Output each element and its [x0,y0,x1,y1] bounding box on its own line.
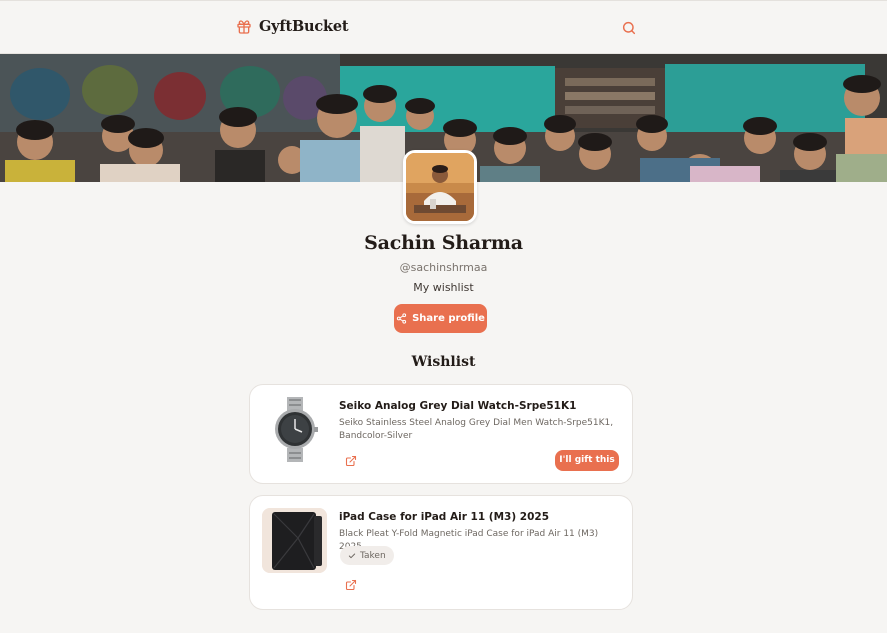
search-icon[interactable] [621,20,637,36]
profile-avatar [403,150,477,224]
profile-bio: My wishlist [413,281,474,294]
taken-status-badge: Taken [340,546,394,565]
external-link-icon[interactable] [345,455,357,467]
wishlist-item-card: iPad Case for iPad Air 11 (M3) 2025 Blac… [249,495,633,610]
gift-icon [237,19,251,34]
wishlist-item-card: Seiko Analog Grey Dial Watch-Srpe51K1 Se… [249,384,633,484]
ill-gift-this-button[interactable]: I'll gift this [555,450,619,471]
profile-name: Sachin Sharma [364,232,523,254]
taken-label: Taken [360,550,386,561]
external-link-icon[interactable] [345,579,357,591]
item-image-watch [262,397,327,462]
check-icon [348,553,356,558]
item-title[interactable]: Seiko Analog Grey Dial Watch-Srpe51K1 [339,400,620,412]
brand-logo[interactable]: GyftBucket [236,18,349,35]
share-profile-button[interactable]: Share profile [394,304,487,333]
item-description: Seiko Stainless Steel Analog Grey Dial M… [339,418,614,441]
wishlist-heading: Wishlist [411,354,476,370]
profile-handle: @sachinshrmaa [399,261,488,274]
share-icon [396,313,407,324]
share-profile-label: Share profile [412,313,485,324]
item-title[interactable]: iPad Case for iPad Air 11 (M3) 2025 [339,511,620,523]
item-image-ipad-case [262,508,327,573]
top-navigation-bar: GyftBucket [0,0,887,54]
brand-name: GyftBucket [259,18,349,35]
